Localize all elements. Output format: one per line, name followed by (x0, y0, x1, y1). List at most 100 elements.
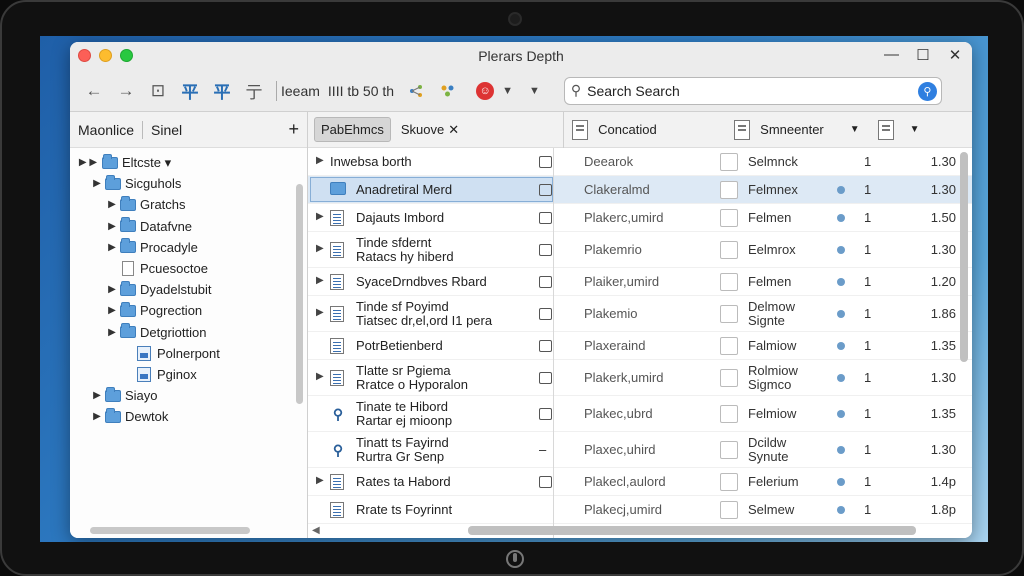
minimize-icon[interactable]: — (884, 46, 899, 64)
sidebar-tree-item[interactable]: ▶ ▶ Eltcste ▾ (70, 152, 307, 173)
tab-active[interactable]: PabEhmcs (314, 117, 391, 142)
back-arrow-icon[interactable]: ← (80, 77, 108, 105)
row-checkbox[interactable] (720, 241, 738, 259)
comment-icon[interactable] (539, 408, 552, 420)
search-input[interactable] (587, 82, 908, 99)
sidebar-vertical-scrollbar[interactable] (296, 184, 303, 404)
row-checkbox[interactable] (720, 441, 738, 459)
disclosure-triangle-icon[interactable]: ▶ (106, 284, 118, 295)
sidebar-tree-item[interactable]: ▶ Pogrection (70, 300, 307, 321)
view-grid-icon[interactable]: ⊡ (144, 77, 172, 105)
sidebar-header-right[interactable]: Sinel (151, 122, 182, 138)
search-submit-icon[interactable]: ⚲ (917, 81, 937, 101)
account-badge-icon[interactable]: ☺ (476, 81, 495, 100)
share-icon[interactable] (402, 77, 430, 105)
tags-icon[interactable] (434, 77, 462, 105)
search-field[interactable]: ⚲ ⚲ (563, 76, 942, 105)
sidebar-header-left[interactable]: Maonlice (78, 122, 134, 138)
list-horizontal-scrollbar[interactable] (468, 526, 916, 535)
toolbar-label-team[interactable]: Ieeam (281, 83, 320, 99)
row-expand-triangle-icon[interactable]: ▶ (316, 307, 326, 318)
column-kind-header[interactable]: Concatiod (598, 122, 726, 137)
table-row[interactable]: ▶ Rates ta Habord Plakecl,aulord Felerium 1 1… (308, 468, 972, 496)
table-row[interactable]: ⚲ Tinate te Hibord Rartar ej mioonp Plakec,… (308, 396, 972, 432)
row-checkbox[interactable] (720, 337, 738, 355)
tab-other[interactable]: Skuove ✕ (401, 122, 459, 138)
comment-icon[interactable] (539, 340, 552, 352)
table-row[interactable]: Anadretiral Merd Clakeralmd Felmnex 1 1.30 (308, 176, 972, 204)
table-row[interactable]: ⚲ Tinatt ts Fayirnd Rurtra Gr Senp – Plaxec,… (308, 432, 972, 468)
close-icon[interactable]: ✕ (948, 46, 962, 64)
comment-icon[interactable] (539, 156, 552, 168)
row-expand-triangle-icon[interactable]: ▶ (316, 211, 326, 222)
row-expand-triangle-icon[interactable]: ▶ (316, 475, 326, 486)
disclosure-triangle-icon[interactable]: ▶ ▶ (76, 157, 100, 168)
row-expand-triangle-icon[interactable]: ▶ (316, 371, 326, 382)
sidebar-tree-item[interactable]: ▶ Siayo (70, 385, 307, 406)
disclosure-triangle-icon[interactable]: ▶ (91, 390, 103, 401)
comment-icon[interactable] (539, 308, 552, 320)
disclosure-triangle-icon[interactable]: ▶ (106, 199, 118, 210)
sidebar-tree-item[interactable]: ▶ Detgriottion (70, 322, 307, 343)
table-row[interactable]: ▶ Inwebsa borth Deearok Selmnck 1 1.30 (308, 148, 972, 176)
row-expand-triangle-icon[interactable]: ▶ (316, 275, 326, 286)
scroll-left-arrow-icon[interactable]: ◀ (312, 525, 320, 536)
columns-icon[interactable]: 亍 (240, 77, 268, 105)
table-row[interactable]: Rrate ts Foyrinnt Plakecj,umird Selmew 1 1.8… (308, 496, 972, 524)
disclosure-triangle-icon[interactable]: ▶ (91, 411, 103, 422)
row-checkbox[interactable] (720, 153, 738, 171)
sidebar-tree-item[interactable]: ▶ Sicguhols (70, 173, 307, 194)
power-button[interactable] (506, 550, 524, 568)
table-row[interactable]: ▶ Tlatte sr Pgiema Rratce o Hyporalon Plake… (308, 360, 972, 396)
comment-icon[interactable] (539, 476, 552, 488)
list-vertical-scrollbar[interactable] (960, 152, 968, 362)
disclosure-triangle-icon[interactable]: ▶ (106, 221, 118, 232)
sidebar-horizontal-scrollbar[interactable] (90, 527, 250, 534)
document-column-icon[interactable] (572, 119, 589, 140)
disclosure-triangle-icon[interactable]: ▶ (106, 305, 118, 316)
comment-icon[interactable] (539, 212, 552, 224)
row-checkbox[interactable] (720, 501, 738, 519)
row-checkbox[interactable] (720, 305, 738, 323)
sidebar-tree-item[interactable]: ▶ Dewtok (70, 406, 307, 427)
row-checkbox[interactable] (720, 273, 738, 291)
column-options-chevron-icon[interactable]: ▼ (910, 124, 920, 135)
table-row[interactable]: ▶ Tinde sfdernt Ratacs hy hiberd Plakemrio E… (308, 232, 972, 268)
forward-arrow-icon[interactable]: → (112, 77, 140, 105)
align-alt-icon[interactable]: 平 (208, 77, 236, 105)
sidebar-tree-item[interactable]: Pcuesoctoe (70, 258, 307, 279)
sidebar-tree-item[interactable]: ▶ Gratchs (70, 194, 307, 215)
row-checkbox[interactable] (720, 405, 738, 423)
row-expand-triangle-icon[interactable]: ▶ (316, 243, 326, 254)
comment-icon[interactable] (539, 184, 552, 196)
state-column-icon[interactable] (734, 119, 751, 140)
account-dropdown-chevron-icon[interactable]: ▼ (502, 85, 513, 97)
row-checkbox[interactable] (720, 473, 738, 491)
table-row[interactable]: ▶ SyaceDrndbves Rbard Plaiker,umird Felmen 1… (308, 268, 972, 296)
comment-icon[interactable] (539, 372, 552, 384)
row-checkbox[interactable] (720, 369, 738, 387)
maximize-icon[interactable]: ☐ (916, 46, 930, 64)
sidebar-tree-item[interactable]: ▶ Procadyle (70, 237, 307, 258)
more-dropdown-chevron-icon[interactable]: ▼ (529, 85, 540, 97)
comment-icon[interactable] (539, 276, 552, 288)
disclosure-triangle-icon[interactable]: ▶ (106, 327, 118, 338)
table-row[interactable]: ▶ Dajauts Imbord Plakerc,umird Felmen 1 1.50 (308, 204, 972, 232)
column-sort-chevron-icon[interactable]: ▼ (850, 124, 860, 135)
align-icon[interactable]: 平 (176, 77, 204, 105)
disclosure-triangle-icon[interactable]: ▶ (106, 242, 118, 253)
table-row[interactable]: PotrBetienberd Plaxeraind Falmiow 1 1.35 (308, 332, 972, 360)
row-checkbox[interactable] (720, 209, 738, 227)
table-row[interactable]: ▶ Tinde sf Poyimd Tiatsec dr,el,ord I1 per… (308, 296, 972, 332)
row-checkbox[interactable] (720, 181, 738, 199)
disclosure-triangle-icon[interactable]: ▶ (91, 178, 103, 189)
sidebar-tree-item[interactable]: ▶ Dyadelstubit (70, 279, 307, 300)
sidebar-tree-item[interactable]: ▶ Datafvne (70, 216, 307, 237)
add-icon[interactable]: + (288, 119, 299, 140)
row-expand-triangle-icon[interactable]: ▶ (316, 155, 326, 166)
close-tab-icon[interactable]: ✕ (448, 122, 459, 137)
toolbar-label-size[interactable]: IIII tb 50 th (328, 83, 394, 99)
sidebar-tree-item[interactable]: Pginox (70, 364, 307, 385)
column-state-header[interactable]: Smneenter (760, 122, 824, 137)
column-options-icon[interactable] (877, 119, 894, 140)
